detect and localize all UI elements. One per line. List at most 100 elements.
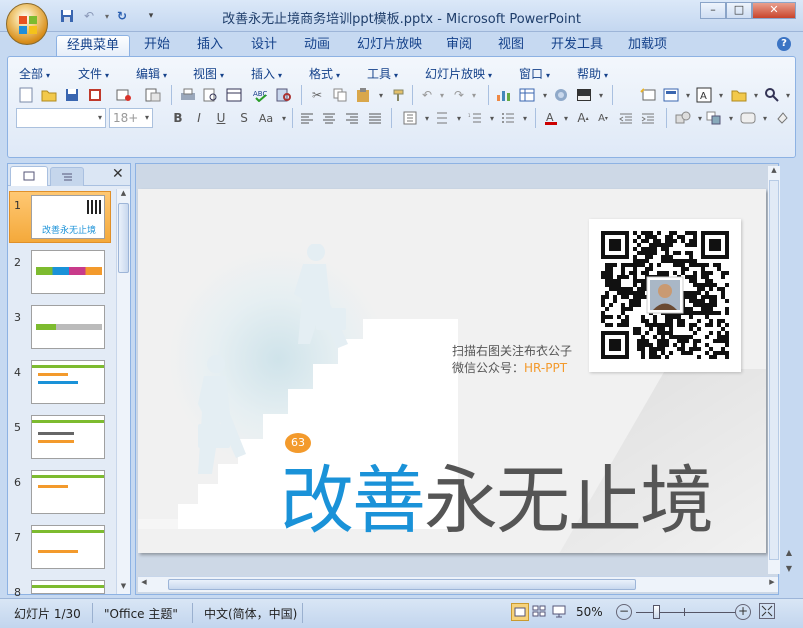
decrease-indent-icon[interactable] [616,108,636,128]
maximize-button[interactable]: □ [726,2,752,19]
editor-vertical-scrollbar[interactable]: ▲ [768,166,780,574]
menu-format[interactable]: 格式 ▾ [309,65,340,82]
paste-icon[interactable] [353,85,373,105]
chart-icon[interactable] [494,85,514,105]
change-case-button[interactable]: Aa [256,108,276,128]
copy-icon[interactable] [330,85,350,105]
bold-button[interactable]: B [168,108,188,128]
tab-view[interactable]: 视图 [498,35,524,56]
find-dropdown-icon[interactable]: ▾ [778,85,798,105]
tab-slides[interactable] [10,166,48,186]
shape-fill-icon[interactable] [772,108,792,128]
normal-view-icon[interactable] [511,603,529,621]
scroll-thumb[interactable] [769,180,779,560]
underline-button[interactable]: U [211,108,231,128]
bullets-dropdown-icon[interactable]: ▾ [515,108,535,128]
menu-all[interactable]: 全部 ▾ [19,65,50,82]
tab-animation[interactable]: 动画 [304,35,330,56]
clip-art-icon[interactable] [551,85,571,105]
zoom-in-icon[interactable]: + [735,604,751,620]
slide-thumbnail-1[interactable]: 改善永无止境 [31,195,105,239]
menu-edit[interactable]: 编辑 ▾ [136,65,167,82]
previous-slide-icon[interactable]: ▲ [782,548,796,562]
slide-thumbnail-2[interactable] [31,250,105,294]
slide-sorter-icon[interactable] [531,603,549,621]
menu-file[interactable]: 文件 ▾ [78,65,109,82]
editor-horizontal-scrollbar[interactable]: ◀ ▶ [138,576,778,592]
fit-to-window-icon[interactable] [759,603,775,619]
tab-design[interactable]: 设计 [251,35,277,56]
picture-dropdown-icon[interactable]: ▾ [591,85,611,105]
align-center-icon[interactable] [319,108,339,128]
tab-home[interactable]: 开始 [144,35,170,56]
tab-developer[interactable]: 开发工具 [551,35,603,56]
tab-insert[interactable]: 插入 [197,35,223,56]
change-case-dropdown-icon[interactable]: ▾ [274,108,294,128]
table-icon[interactable] [517,85,537,105]
minimize-button[interactable]: – [700,2,726,19]
close-button[interactable]: ✕ [752,2,796,19]
align-right-icon[interactable] [342,108,362,128]
menu-view[interactable]: 视图 ▾ [193,65,224,82]
save-toolbar-icon[interactable] [62,85,82,105]
scroll-up-icon[interactable]: ▲ [768,166,780,178]
justify-icon[interactable] [365,108,385,128]
pdf-export-icon[interactable] [143,85,163,105]
tab-classic-menu[interactable]: 经典菜单 [56,35,131,56]
tab-outline[interactable] [50,167,84,186]
email-icon[interactable] [114,85,134,105]
new-document-icon[interactable] [16,85,36,105]
language[interactable]: 中文(简体，中国) [204,605,297,622]
slide-title[interactable]: 改善永无止境 [280,441,714,548]
zoom-out-icon[interactable]: − [616,604,632,620]
help-icon[interactable]: ? [777,37,791,51]
slide-thumbnail-3[interactable] [31,305,105,349]
research-icon[interactable] [274,85,294,105]
new-slide-icon[interactable] [638,85,658,105]
spelling-icon[interactable]: ABC [251,85,271,105]
cut-icon[interactable]: ✂ [307,85,327,105]
scroll-down-icon[interactable]: ▼ [117,582,130,594]
scroll-thumb[interactable] [168,579,636,590]
slideshow-view-icon[interactable] [551,603,569,621]
scroll-up-icon[interactable]: ▲ [117,189,130,201]
menu-tools[interactable]: 工具 ▾ [367,65,398,82]
slide-thumbnail-4[interactable] [31,360,105,404]
menu-insert[interactable]: 插入 ▾ [251,65,282,82]
close-pane-icon[interactable]: ✕ [112,166,124,182]
menu-window[interactable]: 窗口 ▾ [519,65,550,82]
next-slide-icon[interactable]: ▼ [782,564,796,578]
format-painter-icon[interactable] [389,85,409,105]
permission-icon[interactable] [85,85,105,105]
slide-thumbnail-6[interactable] [31,470,105,514]
paste-dropdown-icon[interactable]: ▾ [371,85,391,105]
slide-thumbnail-7[interactable] [31,525,105,569]
zoom-slider-thumb[interactable] [653,605,660,619]
menu-slideshow[interactable]: 幻灯片放映 ▾ [425,65,492,82]
open-folder-icon[interactable] [39,85,59,105]
tab-review[interactable]: 审阅 [446,35,472,56]
shadow-button[interactable]: S [234,108,254,128]
increase-indent-icon[interactable] [638,108,658,128]
text-box-dropdown-icon[interactable]: ▾ [711,85,731,105]
slide-thumbnail-5[interactable] [31,415,105,459]
scroll-thumb[interactable] [118,203,129,273]
menu-help[interactable]: 帮助 ▾ [577,65,608,82]
align-left-icon[interactable] [297,108,317,128]
shrink-font-icon[interactable]: A ▾ [593,108,613,128]
print-icon[interactable] [178,85,198,105]
font-name-combo[interactable]: ▾ [16,108,106,128]
redo-list-icon[interactable]: ▾ [464,85,484,105]
tab-addins[interactable]: 加载项 [628,35,667,56]
italic-button[interactable]: I [189,108,209,128]
print-preview-icon[interactable] [201,85,221,105]
tab-slideshow[interactable]: 幻灯片放映 [357,35,422,56]
zoom-slider-track[interactable] [636,612,736,613]
slide-thumbnail-8[interactable] [31,580,105,594]
office-button[interactable] [6,3,48,45]
thumbnail-scrollbar[interactable]: ▲ ▼ [116,189,130,594]
font-size-combo[interactable]: 18+ ▾ [109,108,153,128]
zoom-level[interactable]: 50% [576,605,603,619]
scroll-left-icon[interactable]: ◀ [138,578,150,590]
scroll-right-icon[interactable]: ▶ [766,578,778,590]
